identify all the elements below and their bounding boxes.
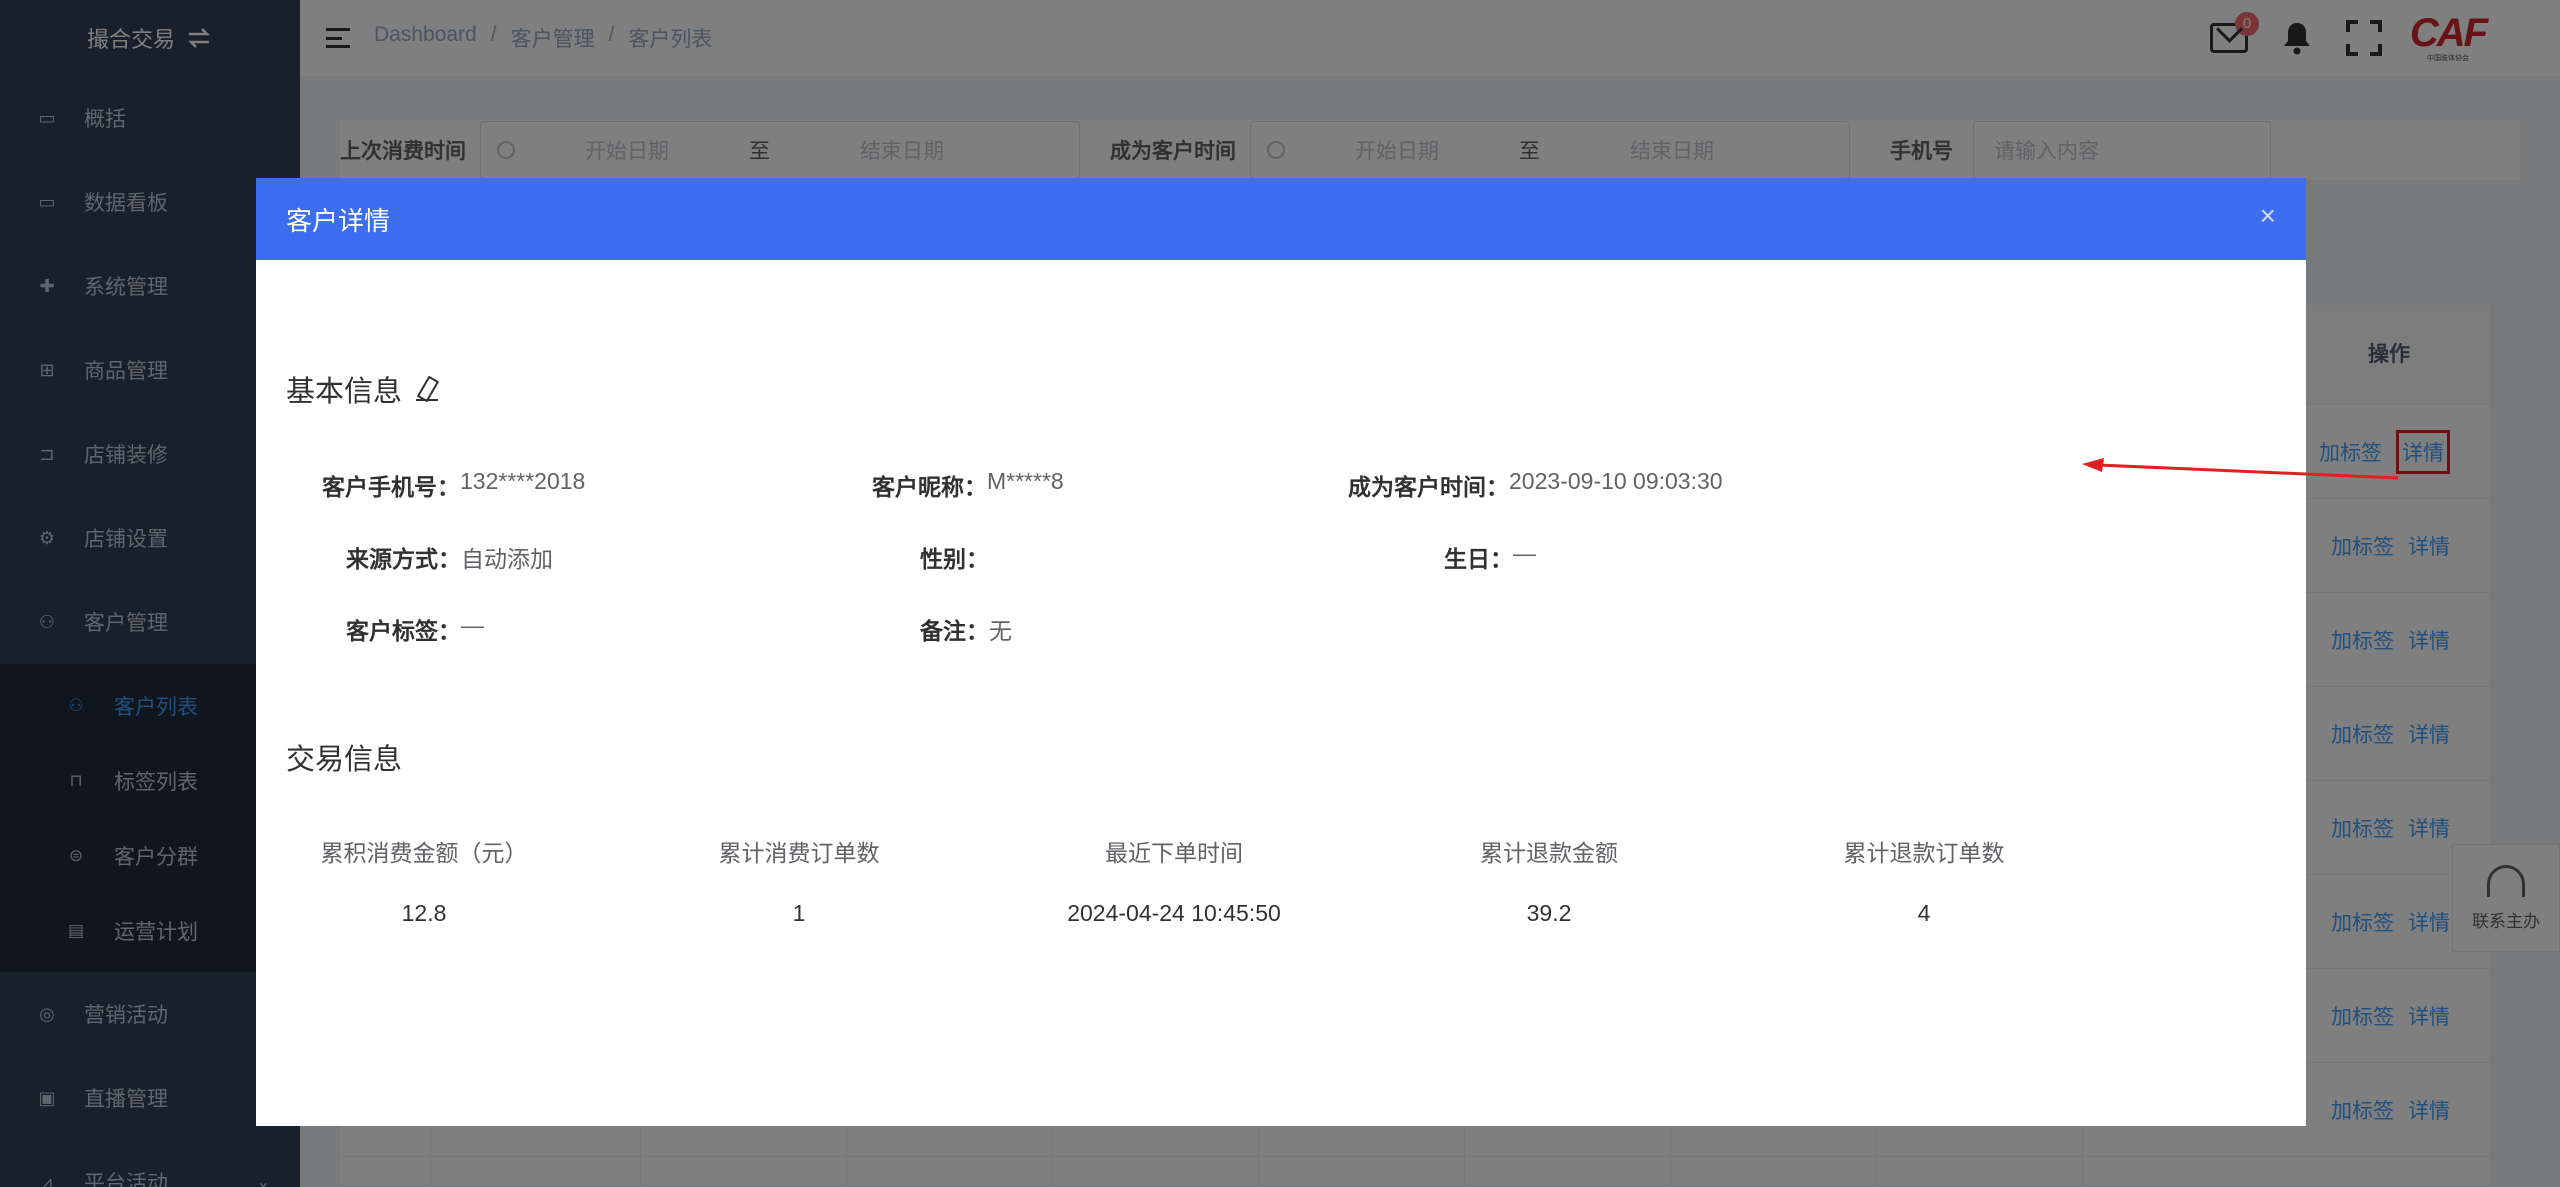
info-become-customer-time: 成为客户时间： 2023-09-10 09:03:30 <box>1348 468 1723 500</box>
info-phone: 客户手机号： 132****2018 <box>322 468 586 500</box>
info-gender: 性别： <box>920 546 989 572</box>
trade-info-title: 交易信息 <box>286 744 403 776</box>
trade-refund-amount: 累计退款金额 39.2 <box>1480 840 1618 926</box>
info-remark: 备注： 无 <box>920 618 1012 644</box>
customer-detail-dialog: 客户详情 × 基本信息 客户手机号： 132****2018 客户昵称： M**… <box>256 178 2306 1126</box>
edit-icon[interactable] <box>416 377 439 401</box>
annotation-arrow <box>2082 458 2399 480</box>
trade-refund-count: 累计退款订单数 4 <box>1843 840 2005 926</box>
info-birthday: 生日： — <box>1444 540 1536 572</box>
trade-last-order-time: 最近下单时间 2024-04-24 10:45:50 <box>1067 840 1281 926</box>
info-source: 来源方式： 自动添加 <box>346 546 553 572</box>
dialog-title: 客户详情 <box>286 205 391 236</box>
trade-total-amount: 累积消费金额（元） 12.8 <box>320 840 528 926</box>
info-nickname: 客户昵称： M*****8 <box>872 468 1064 500</box>
basic-info-title: 基本信息 <box>286 368 439 410</box>
dialog-header: 客户详情 × <box>256 178 2306 260</box>
info-tags: 客户标签： — <box>346 612 484 644</box>
close-icon[interactable]: × <box>2260 202 2276 230</box>
trade-order-count: 累计消费订单数 1 <box>718 840 880 926</box>
